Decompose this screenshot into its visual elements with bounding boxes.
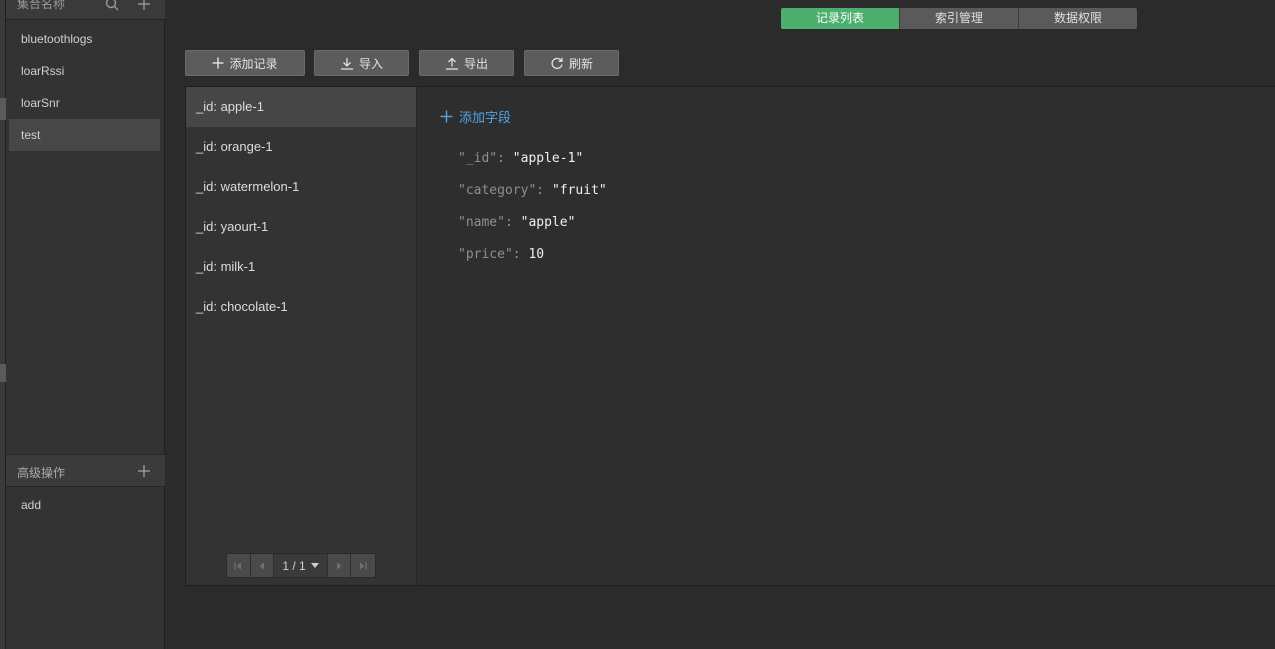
record-item[interactable]: _id: chocolate-1 [186,287,416,327]
next-page-button[interactable] [327,554,352,577]
collection-item[interactable]: loarSnr [9,87,160,119]
first-page-icon [234,562,242,569]
collection-item[interactable]: bluetoothlogs [9,23,160,55]
field-row[interactable]: "price": 10 [458,247,544,262]
page-selector[interactable]: 1 / 1 [274,554,328,577]
page-indicator: 1 / 1 [282,558,306,573]
export-button[interactable]: 导出 [419,50,514,76]
record-item[interactable]: _id: yaourt-1 [186,207,416,247]
collection-list: bluetoothlogs loarRssi loarSnr test [9,23,160,151]
record-item[interactable]: _id: milk-1 [186,247,416,287]
collection-item-selected[interactable]: test [9,119,160,151]
refresh-label: 刷新 [568,56,593,71]
records-panel: _id: apple-1 _id: orange-1 _id: watermel… [185,86,1275,586]
collection-item[interactable]: loarRssi [9,55,160,87]
prev-page-button[interactable] [250,554,275,577]
prev-page-icon [259,562,265,569]
add-field-label: 添加字段 [459,110,512,125]
add-collection-icon[interactable] [136,0,152,12]
download-icon [340,57,353,70]
field-row[interactable]: "_id": "apple-1" [458,151,583,166]
plus-icon [440,110,453,123]
refresh-icon [551,57,563,70]
field-row[interactable]: "name": "apple" [458,215,575,230]
tab-record-list[interactable]: 记录列表 [781,8,899,29]
add-record-label: 添加记录 [229,56,278,71]
field-key: "price" [458,247,513,262]
import-label: 导入 [358,56,383,71]
record-item[interactable]: _id: orange-1 [186,127,416,167]
add-record-button[interactable]: 添加记录 [185,50,305,76]
pagination: 1 / 1 [226,553,376,578]
field-value: "apple" [520,215,576,230]
export-label: 导出 [463,56,488,71]
tab-index-management[interactable]: 索引管理 [899,8,1018,29]
import-button[interactable]: 导入 [314,50,409,76]
add-advanced-op-icon[interactable] [136,463,152,479]
collections-title: 集合名称 [17,0,66,11]
app-window: 集合名称 bluetoothlogs loarRssi loarSnr test… [0,0,1275,649]
field-value: "apple-1" [512,151,584,166]
add-field-button[interactable]: 添加字段 [440,107,511,126]
refresh-button[interactable]: 刷新 [524,50,619,76]
last-page-button[interactable] [351,554,375,577]
collections-header: 集合名称 [6,0,165,20]
first-page-button[interactable] [227,554,251,577]
field-key: "name" [458,215,505,230]
advanced-op-item[interactable]: add [21,498,41,512]
record-item[interactable]: _id: watermelon-1 [186,167,416,207]
last-page-icon [360,562,367,569]
field-key: "category" [458,183,537,198]
record-detail: 添加字段 "_id": "apple-1" "category": "fruit… [418,87,1275,585]
chevron-down-icon [310,563,319,568]
field-key: "_id" [458,151,498,166]
field-value: "fruit" [551,183,607,198]
search-icon[interactable] [104,0,120,12]
upload-icon [445,57,458,70]
field-row[interactable]: "category": "fruit" [458,183,607,198]
plus-icon [212,57,224,69]
collections-sidebar: 集合名称 bluetoothlogs loarRssi loarSnr test… [6,0,165,649]
field-value: 10 [528,247,545,262]
next-page-icon [337,562,342,569]
record-item-selected[interactable]: _id: apple-1 [186,87,416,127]
tab-data-permissions[interactable]: 数据权限 [1018,8,1137,29]
advanced-ops-header: 高级操作 [6,454,165,487]
advanced-ops-title: 高级操作 [17,466,66,480]
record-list: _id: apple-1 _id: orange-1 _id: watermel… [186,87,417,585]
view-tabs: 记录列表 索引管理 数据权限 [780,7,1138,30]
